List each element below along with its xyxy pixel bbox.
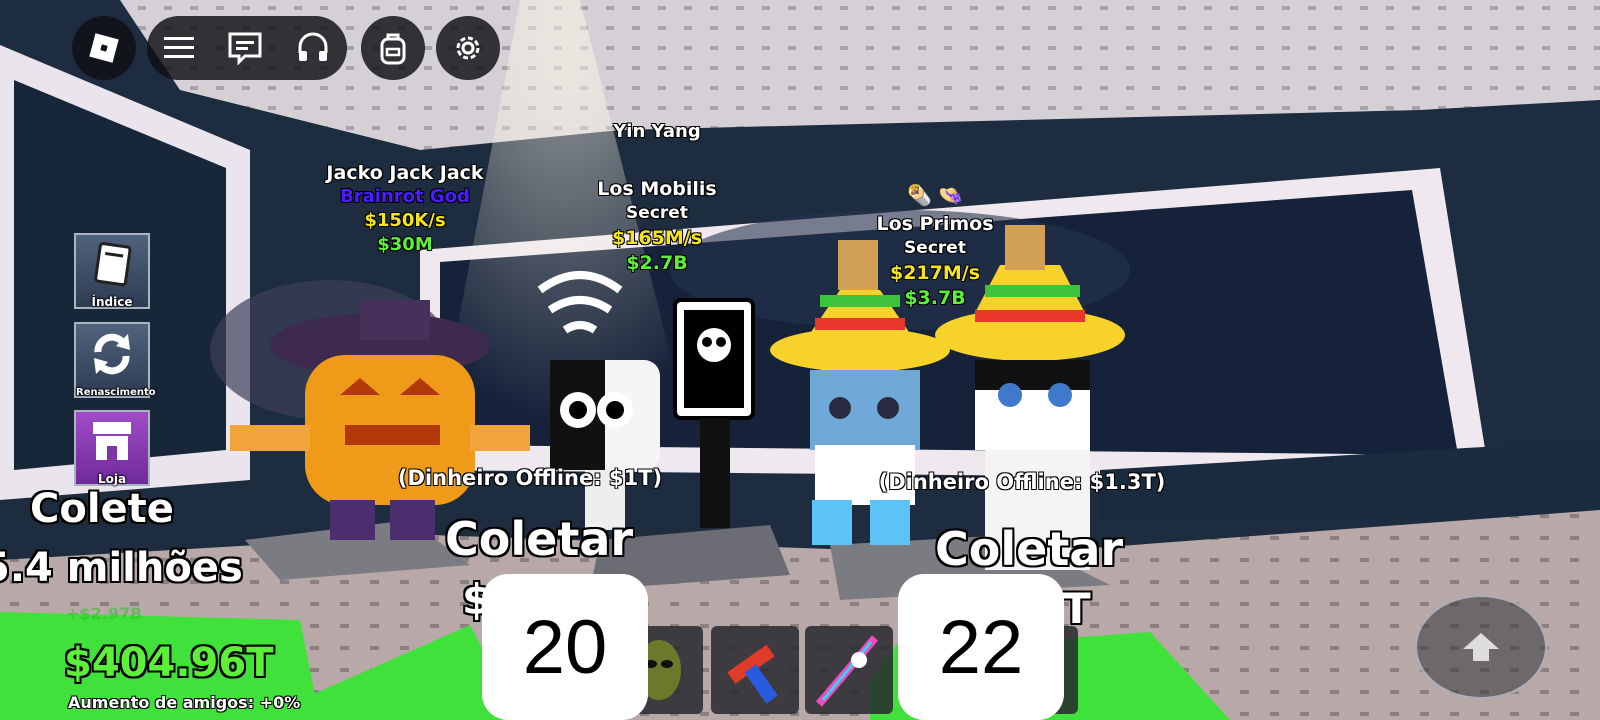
hamburger-menu-icon[interactable] [163,35,194,61]
jump-button[interactable] [1414,594,1548,700]
jacko-value: $30M [377,234,433,255]
primos-rarity: Secret [904,238,966,258]
rebirth-button[interactable]: Renascimento [74,322,156,398]
menu-chat-voice-group [147,16,347,80]
collect-right-label[interactable]: Coletar [935,522,1123,576]
sign-line1: Colete [30,486,174,532]
jacko-name: Jacko Jack Jack [326,162,484,184]
rebirth-icon [94,333,130,375]
index-button[interactable]: Índice [74,233,150,309]
mobilis-value: $2.7B [626,252,688,274]
chat-icon[interactable] [227,31,263,65]
settings-button[interactable] [436,16,500,80]
rebirth-label: Renascimento [76,387,156,398]
index-label: Índice [91,295,133,309]
money-amount: $404.96T [64,640,274,686]
hotbar-slot-2[interactable] [711,626,799,714]
jacko-rate: $150K/s [364,210,446,231]
sign-line2: 5.4 milhões [0,545,243,591]
backpack-icon [380,33,406,65]
primos-name: Los Primos [876,213,994,235]
gear-icon [456,36,480,60]
primos-value: $3.7B [904,287,966,309]
mobilis-name: Los Mobilis [597,178,717,200]
hotbar-left-number[interactable]: 20 [482,574,648,720]
shop-label: Loja [97,472,127,486]
offline-money-left: (Dinheiro Offline: $1T) [397,466,663,490]
collect-left-label[interactable]: Coletar [445,512,633,566]
friend-boost: Aumento de amigos: +0% [68,693,301,712]
jacko-rarity: Brainrot God [340,186,470,207]
red-blue-tool-icon [727,644,778,704]
offline-money-right: (Dinheiro Offline: $1.3T) [878,470,1166,494]
game-scene [0,0,1600,720]
hotbar-right-number[interactable]: 22 [898,574,1064,720]
up-arrow-icon [1463,633,1499,661]
shop-icon [93,422,131,460]
hotbar-slot-3[interactable] [805,626,893,714]
backpack-button[interactable] [361,16,425,80]
primos-rate: $217M/s [889,262,981,284]
book-icon [94,242,132,287]
headset-icon[interactable] [296,31,330,65]
yin-yang-name: Yin Yang [613,121,701,142]
roblox-logo-icon [89,33,119,63]
mobilis-rate: $165M/s [611,227,703,249]
shop-button[interactable]: Loja [74,410,150,486]
rainbow-unicorn-sword-icon [815,635,879,707]
mobilis-rarity: Secret [626,203,688,223]
food-emoji-icons: 🌯 👒 [907,183,964,207]
roblox-button[interactable] [72,16,136,80]
faded-earnings: +$2.97B [66,604,143,623]
